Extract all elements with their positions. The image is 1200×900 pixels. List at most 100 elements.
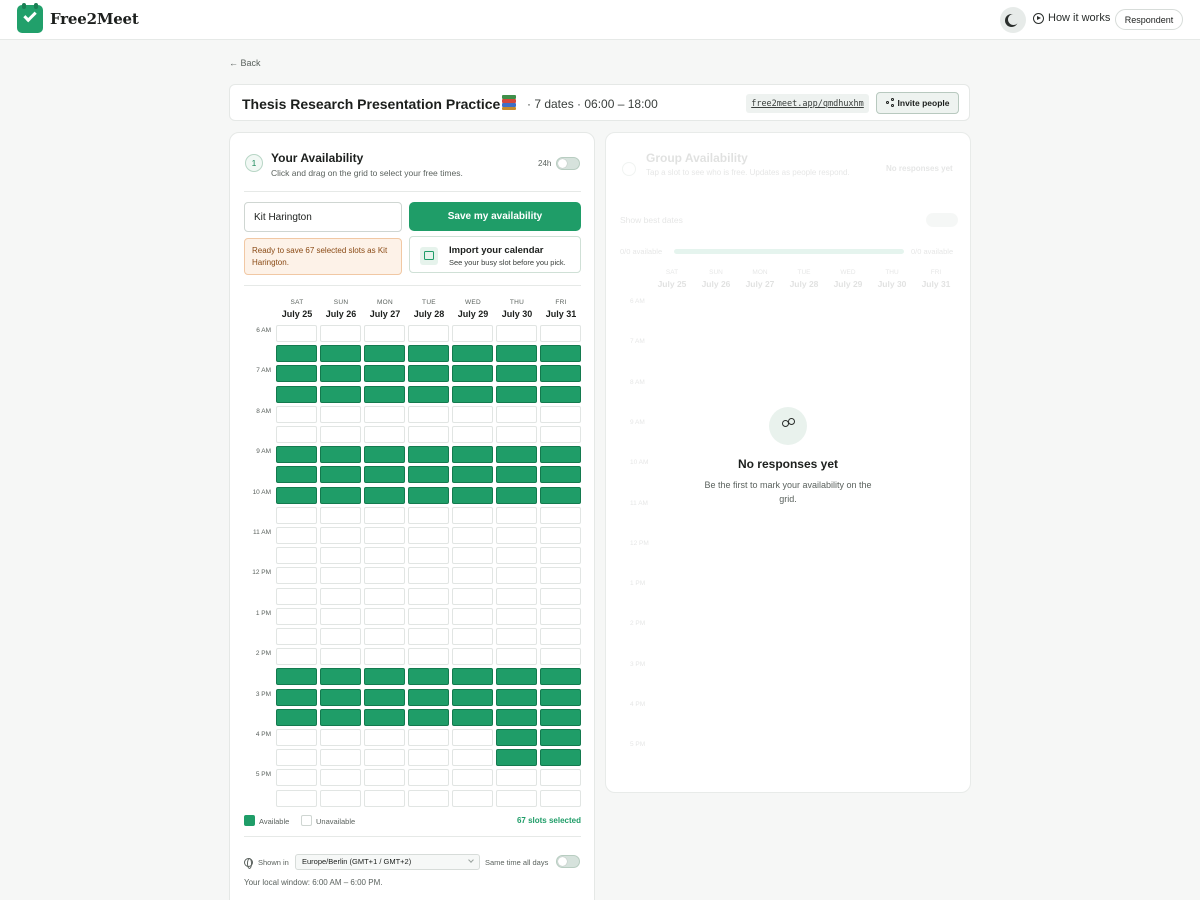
grid-cell[interactable]	[364, 405, 405, 423]
grid-cell[interactable]	[320, 506, 361, 524]
grid-cell-available[interactable]	[408, 708, 449, 726]
grid-cell[interactable]	[452, 607, 493, 625]
grid-cell[interactable]	[408, 749, 449, 767]
grid-cell[interactable]	[408, 628, 449, 645]
grid-cell[interactable]	[540, 426, 581, 443]
grid-cell-available[interactable]	[320, 668, 361, 686]
grid-cell-available[interactable]	[408, 688, 449, 706]
grid-cell[interactable]	[540, 405, 581, 423]
grid-cell[interactable]	[496, 628, 537, 645]
grid-cell[interactable]	[320, 567, 361, 585]
grid-cell[interactable]	[276, 587, 317, 605]
grid-cell[interactable]	[320, 587, 361, 605]
grid-cell[interactable]	[496, 426, 537, 443]
grid-cell-available[interactable]	[452, 486, 493, 504]
grid-cell[interactable]	[364, 648, 405, 666]
grid-cell[interactable]	[276, 749, 317, 767]
grid-cell[interactable]	[364, 587, 405, 605]
format-24h-toggle[interactable]	[556, 157, 580, 170]
grid-cell[interactable]	[540, 769, 581, 787]
grid-cell[interactable]	[540, 587, 581, 605]
grid-cell[interactable]	[540, 506, 581, 524]
grid-cell-available[interactable]	[364, 345, 405, 363]
grid-cell-available[interactable]	[496, 365, 537, 383]
same-time-toggle[interactable]	[556, 855, 580, 868]
grid-cell-available[interactable]	[540, 708, 581, 726]
grid-cell-available[interactable]	[276, 688, 317, 706]
grid-cell[interactable]	[364, 729, 405, 746]
grid-cell[interactable]	[320, 547, 361, 565]
grid-cell-available[interactable]	[452, 385, 493, 403]
grid-cell[interactable]	[496, 769, 537, 787]
grid-cell-available[interactable]	[496, 385, 537, 403]
logo-text[interactable]: Free2Meet	[50, 10, 139, 28]
grid-cell-available[interactable]	[408, 365, 449, 383]
grid-cell[interactable]	[320, 749, 361, 767]
grid-cell-available[interactable]	[540, 729, 581, 746]
grid-cell-available[interactable]	[540, 385, 581, 403]
grid-cell-available[interactable]	[496, 729, 537, 746]
grid-cell-available[interactable]	[276, 708, 317, 726]
grid-cell[interactable]	[540, 547, 581, 565]
grid-cell-available[interactable]	[408, 466, 449, 484]
grid-cell[interactable]	[496, 325, 537, 342]
import-calendar-button[interactable]: Import your calendar See your busy slot …	[409, 236, 581, 273]
grid-cell[interactable]	[452, 628, 493, 645]
grid-cell[interactable]	[540, 607, 581, 625]
grid-cell[interactable]	[276, 426, 317, 443]
grid-cell[interactable]	[276, 547, 317, 565]
grid-cell[interactable]	[320, 607, 361, 625]
role-button[interactable]: Respondent	[1115, 9, 1183, 30]
grid-cell[interactable]	[452, 749, 493, 767]
grid-cell[interactable]	[364, 628, 405, 645]
grid-cell[interactable]	[276, 527, 317, 544]
grid-cell-available[interactable]	[540, 446, 581, 464]
grid-cell-available[interactable]	[320, 345, 361, 363]
grid-cell[interactable]	[276, 506, 317, 524]
grid-cell[interactable]	[320, 527, 361, 544]
grid-cell[interactable]	[452, 769, 493, 787]
grid-cell-available[interactable]	[276, 365, 317, 383]
grid-cell-available[interactable]	[452, 688, 493, 706]
grid-cell[interactable]	[452, 426, 493, 443]
grid-cell[interactable]	[496, 527, 537, 544]
how-it-works-link[interactable]: How it works	[1033, 12, 1110, 24]
grid-cell-available[interactable]	[540, 749, 581, 767]
grid-cell[interactable]	[408, 506, 449, 524]
grid-cell[interactable]	[320, 426, 361, 443]
grid-cell[interactable]	[408, 729, 449, 746]
grid-cell[interactable]	[408, 587, 449, 605]
grid-cell-available[interactable]	[276, 486, 317, 504]
grid-cell[interactable]	[276, 729, 317, 746]
grid-cell[interactable]	[276, 607, 317, 625]
grid-cell[interactable]	[452, 587, 493, 605]
grid-cell[interactable]	[276, 628, 317, 645]
grid-cell-available[interactable]	[320, 466, 361, 484]
grid-cell-available[interactable]	[408, 668, 449, 686]
share-link[interactable]: free2meet.app/qmdhuxhm	[746, 94, 869, 113]
grid-cell[interactable]	[408, 405, 449, 423]
grid-cell-available[interactable]	[408, 446, 449, 464]
grid-cell[interactable]	[320, 628, 361, 645]
grid-cell-available[interactable]	[320, 446, 361, 464]
grid-cell[interactable]	[364, 506, 405, 524]
grid-cell[interactable]	[320, 789, 361, 807]
grid-cell[interactable]	[364, 789, 405, 807]
grid-cell-available[interactable]	[364, 446, 405, 464]
grid-cell[interactable]	[452, 567, 493, 585]
grid-cell[interactable]	[452, 547, 493, 565]
grid-cell[interactable]	[496, 405, 537, 423]
calendar-check-logo-icon[interactable]	[17, 3, 43, 33]
grid-cell-available[interactable]	[364, 668, 405, 686]
grid-cell-available[interactable]	[496, 668, 537, 686]
grid-cell[interactable]	[540, 567, 581, 585]
invite-people-button[interactable]: Invite people	[876, 92, 959, 114]
back-link[interactable]: ← Back	[229, 58, 261, 68]
grid-cell-available[interactable]	[320, 365, 361, 383]
grid-cell-available[interactable]	[540, 486, 581, 504]
grid-cell[interactable]	[452, 789, 493, 807]
grid-cell-available[interactable]	[364, 365, 405, 383]
save-availability-button[interactable]: Save my availability	[409, 202, 581, 231]
grid-cell[interactable]	[320, 405, 361, 423]
grid-cell[interactable]	[408, 567, 449, 585]
